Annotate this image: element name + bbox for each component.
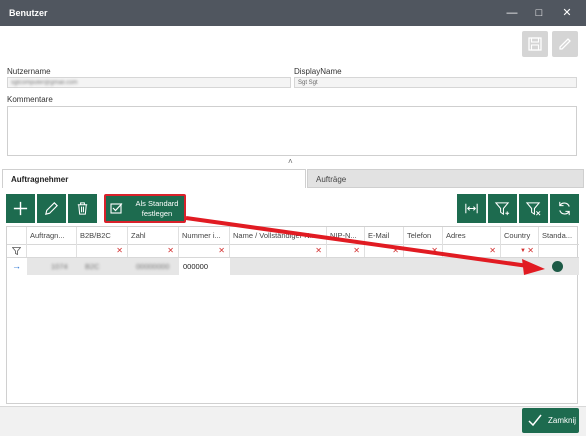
annotation-arrow	[185, 216, 545, 275]
close-label: Zamknij	[548, 416, 577, 425]
bottom-bar	[0, 406, 586, 436]
close-button[interactable]: Zamknij	[522, 408, 579, 433]
checkmark-icon	[528, 414, 542, 427]
